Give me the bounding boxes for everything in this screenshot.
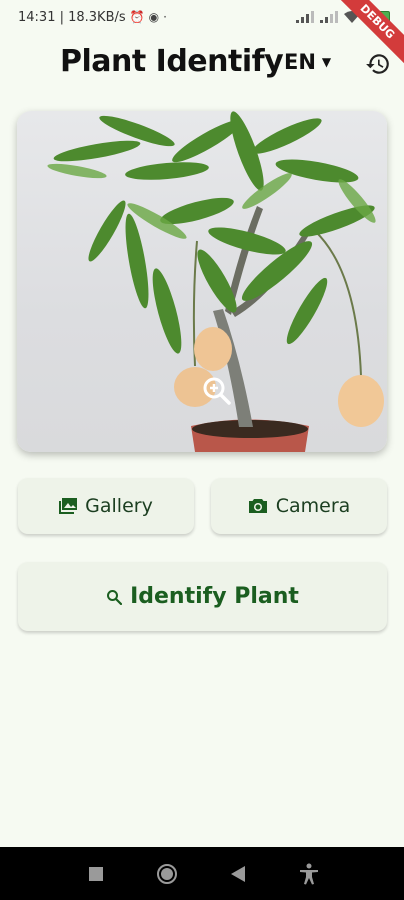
signal-icon-2 [320, 11, 338, 23]
history-icon [366, 54, 389, 74]
language-selector[interactable]: EN ▼ [284, 50, 331, 74]
search-icon [107, 589, 123, 605]
identify-plant-button[interactable]: Identify Plant [18, 562, 387, 631]
accessibility-button[interactable] [297, 862, 321, 886]
system-nav-bar [0, 847, 404, 900]
back-icon [230, 865, 245, 882]
app-bar: Plant Identify EN ▼ [0, 40, 404, 90]
notification-icon: ◉ [148, 10, 160, 24]
alarm-icon: ⏰ [129, 10, 145, 24]
language-label: EN [284, 50, 316, 74]
dot-icon: · [163, 10, 167, 24]
gallery-label: Gallery [85, 495, 153, 517]
accessibility-icon [299, 863, 318, 884]
signal-icon [296, 11, 314, 23]
identify-plant-label: Identify Plant [130, 584, 299, 609]
recent-apps-button[interactable] [84, 862, 108, 886]
recent-apps-icon [88, 866, 103, 881]
status-left: 14:31 | 18.3KB/s ⏰ ◉ · [18, 10, 167, 25]
gallery-button[interactable]: Gallery [18, 478, 194, 534]
camera-icon [248, 499, 267, 513]
home-button[interactable] [155, 862, 179, 886]
status-bar: 14:31 | 18.3KB/s ⏰ ◉ · DEBUG [0, 0, 404, 68]
caret-down-icon: ▼ [321, 55, 332, 69]
camera-button[interactable]: Camera [211, 478, 387, 534]
gallery-icon [59, 498, 78, 514]
history-button[interactable] [364, 50, 392, 78]
plant-image-card[interactable] [17, 111, 387, 452]
status-time-info: 14:31 | 18.3KB/s [18, 9, 126, 25]
home-icon [156, 863, 177, 884]
back-button[interactable] [226, 862, 250, 886]
page-title: Plant Identify [60, 44, 284, 79]
zoom-in-icon[interactable] [202, 376, 232, 406]
camera-label: Camera [275, 495, 351, 517]
